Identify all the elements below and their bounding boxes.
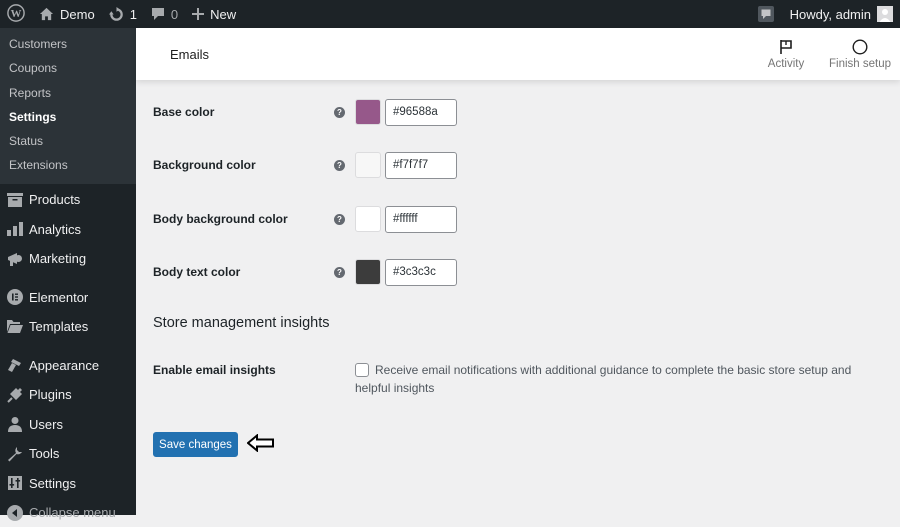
page-header: Emails Activity Finish setup [136,28,900,80]
email-insights-description[interactable]: Receive email notifications with additio… [355,362,875,397]
sidebar-item-label: Appearance [29,357,100,373]
plus-icon [192,8,205,20]
main-menu: Products Analytics Marketing Elementor T… [0,184,136,527]
color-swatch[interactable] [355,152,381,178]
finish-setup-button[interactable]: Finish setup [824,28,896,80]
circle-icon [852,38,868,56]
sidebar-item-label: Marketing [29,251,87,267]
collapse-icon [7,504,23,521]
sidebar-item-plugins[interactable]: Plugins [0,380,136,410]
background-color-input[interactable] [385,151,457,179]
color-swatch[interactable] [355,259,381,285]
submenu-item-extensions[interactable]: Extensions [0,153,136,177]
sidebar-item-templates[interactable]: Templates [0,312,136,342]
sidebar-item-settings[interactable]: Settings [0,468,136,498]
help-tip-icon[interactable]: ? [334,159,345,171]
site-name: Demo [60,6,95,22]
bar-chart-icon [7,221,23,237]
sidebar-item-label: Settings [29,475,76,491]
setting-label: Background color [153,158,256,172]
sidebar-item-label: Users [29,416,63,432]
sidebar-item-marketing[interactable]: Marketing [0,244,136,274]
arrow-left-icon [246,433,275,457]
avatar[interactable] [877,6,893,22]
activity-button[interactable]: Activity [748,28,824,80]
base-color-input[interactable] [385,98,457,126]
help-tip-icon[interactable]: ? [334,106,345,118]
new-content-link[interactable]: New [185,0,243,28]
help-tip-icon[interactable]: ? [334,213,345,225]
sidebar-item-label: Analytics [29,221,82,237]
megaphone-icon [7,251,23,267]
body-text-color-input[interactable] [385,258,457,286]
folder-open-icon [7,319,23,335]
setting-label: Enable email insights [153,363,276,377]
sidebar-item-analytics[interactable]: Analytics [0,214,136,244]
sidebar-item-label: Tools [29,446,60,462]
submenu-item-status[interactable]: Status [0,129,136,153]
sliders-icon [7,475,23,491]
refresh-icon [108,6,124,22]
admin-sidebar: Customers Coupons Reports Settings Statu… [0,28,136,521]
comment-icon [151,7,165,21]
activity-label: Activity [767,58,805,70]
comments-link[interactable]: 0 [144,0,185,28]
plug-icon [7,387,23,403]
save-changes-button[interactable]: Save changes [153,432,238,457]
archive-icon [7,192,23,208]
sidebar-item-label: Templates [29,319,89,335]
flag-icon [779,38,793,56]
updates-link[interactable]: 1 [102,0,144,28]
setting-label: Body text color [153,265,241,279]
sidebar-item-appearance[interactable]: Appearance [0,350,136,380]
color-swatch[interactable] [355,206,381,232]
collapse-menu-button[interactable]: Collapse menu [0,498,136,527]
comments-count: 0 [170,6,179,22]
home-icon [39,7,54,21]
setting-row-background-color: Background color ? [153,151,893,179]
submenu-item-settings[interactable]: Settings [0,105,136,129]
wrench-icon [7,446,23,462]
finish-setup-label: Finish setup [828,58,891,70]
section-title: Store management insights [153,315,330,331]
user-icon [7,416,23,433]
setting-label: Base color [153,105,215,119]
submenu-item-reports[interactable]: Reports [0,81,136,105]
sidebar-item-label: Plugins [29,387,72,403]
sidebar-item-products[interactable]: Products [0,185,136,215]
setting-row-body-text-color: Body text color ? [153,258,893,286]
help-tip-icon[interactable]: ? [334,266,345,278]
elementor-icon [7,289,23,306]
svg-text:W: W [11,8,22,20]
woocommerce-submenu: Customers Coupons Reports Settings Statu… [0,28,136,184]
page-title: Emails [170,46,210,62]
sidebar-item-tools[interactable]: Tools [0,439,136,469]
submenu-item-coupons[interactable]: Coupons [0,56,136,80]
site-name-link[interactable]: Demo [32,0,102,28]
setting-row-body-background-color: Body background color ? [153,205,893,233]
body-background-color-input[interactable] [385,205,457,233]
sidebar-item-users[interactable]: Users [0,409,136,439]
sidebar-item-label: Collapse menu [29,505,116,521]
sidebar-item-label: Products [29,192,81,208]
sidebar-item-elementor[interactable]: Elementor [0,282,136,312]
new-label: New [210,6,237,22]
sidebar-item-label: Elementor [29,289,89,305]
admin-bar: W Demo 1 0 New Howdy, admin [0,0,900,28]
submenu-item-customers[interactable]: Customers [0,32,136,56]
setting-label: Body background color [153,212,288,226]
wordpress-logo-icon: W [7,3,25,25]
paintbrush-icon [7,357,23,373]
notification-icon[interactable] [757,6,774,22]
color-swatch[interactable] [355,99,381,125]
setting-row-base-color: Base color ? [153,98,893,126]
wordpress-logo-button[interactable]: W [0,0,32,28]
howdy-account-link[interactable]: Howdy, admin [790,7,871,22]
updates-count: 1 [129,6,137,22]
